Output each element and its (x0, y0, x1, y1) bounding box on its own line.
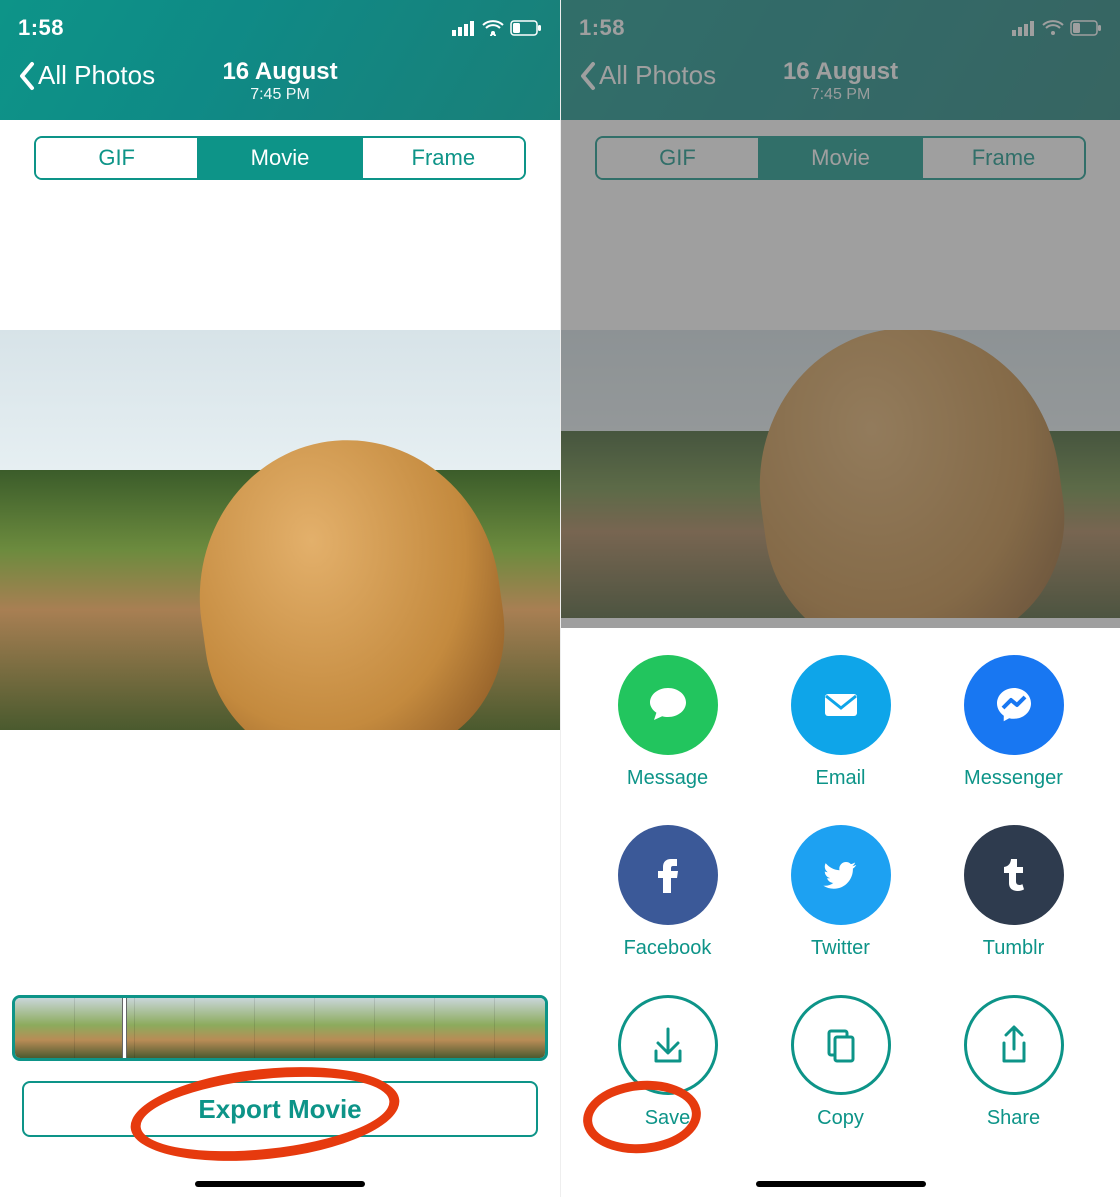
timeline-frame (495, 998, 548, 1058)
segment-movie[interactable]: Movie (197, 138, 360, 178)
share-message-label: Message (627, 767, 708, 790)
share-message-button[interactable]: Message (618, 655, 718, 790)
share-email-label: Email (815, 767, 865, 790)
status-time: 1:58 (579, 15, 625, 41)
timeline-frame (375, 998, 435, 1058)
segment-gif[interactable]: GIF (36, 138, 197, 178)
segment-gif[interactable]: GIF (597, 138, 758, 178)
photo-subject-dog (739, 330, 1081, 618)
timeline-frame (15, 998, 75, 1058)
export-movie-label: Export Movie (198, 1094, 361, 1125)
home-indicator[interactable] (195, 1181, 365, 1187)
status-time: 1:58 (18, 15, 64, 41)
share-copy-label: Copy (817, 1107, 864, 1130)
timeline-playhead[interactable] (123, 995, 126, 1061)
status-bar: 1:58 (18, 14, 542, 42)
screen-export: 1:58 16 August 7:45 PM All Photos GIF Mo… (0, 0, 560, 1197)
battery-icon (1070, 20, 1102, 36)
tumblr-icon (964, 825, 1064, 925)
chevron-left-icon (18, 61, 36, 91)
video-timeline[interactable] (12, 995, 548, 1061)
segmented-control: GIF Movie Frame (595, 136, 1086, 180)
status-icons (452, 20, 542, 36)
share-share-button[interactable]: Share (964, 995, 1064, 1130)
twitter-icon (791, 825, 891, 925)
timeline-frame (135, 998, 195, 1058)
share-sheet: Message Email Messenger Facebook Twitter (561, 629, 1120, 1197)
segment-frame[interactable]: Frame (361, 138, 524, 178)
segmented-control: GIF Movie Frame (34, 136, 526, 180)
share-icon (964, 995, 1064, 1095)
copy-icon (791, 995, 891, 1095)
wifi-icon (1042, 20, 1064, 36)
share-tumblr-label: Tumblr (983, 937, 1044, 960)
chevron-left-icon (579, 61, 597, 91)
app-header: 1:58 16 August 7:45 PM All Photos (0, 0, 560, 120)
email-icon (791, 655, 891, 755)
timeline-frame (75, 998, 135, 1058)
message-icon (618, 655, 718, 755)
wifi-icon (482, 20, 504, 36)
share-facebook-button[interactable]: Facebook (618, 825, 718, 960)
share-save-label: Save (645, 1107, 691, 1130)
timeline-frame (195, 998, 255, 1058)
status-bar: 1:58 (579, 14, 1102, 42)
app-header: 1:58 16 August 7:45 PM All Photos (561, 0, 1120, 120)
timeline-frame (435, 998, 495, 1058)
timeline-frame (315, 998, 375, 1058)
cellular-icon (452, 20, 476, 36)
cellular-icon (1012, 20, 1036, 36)
share-copy-button[interactable]: Copy (791, 995, 891, 1130)
share-share-label: Share (987, 1107, 1040, 1130)
status-icons (1012, 20, 1102, 36)
back-button[interactable]: All Photos (579, 60, 716, 91)
share-twitter-button[interactable]: Twitter (791, 825, 891, 960)
segmented-control-wrap: GIF Movie Frame (561, 120, 1120, 180)
segment-movie[interactable]: Movie (758, 138, 921, 178)
photo-preview[interactable] (0, 330, 560, 730)
segment-frame[interactable]: Frame (921, 138, 1084, 178)
segmented-control-wrap: GIF Movie Frame (0, 120, 560, 180)
export-movie-button[interactable]: Export Movie (22, 1081, 538, 1137)
back-button[interactable]: All Photos (18, 60, 155, 91)
facebook-icon (618, 825, 718, 925)
back-label: All Photos (38, 60, 155, 91)
timeline-frame (255, 998, 315, 1058)
share-save-button[interactable]: Save (618, 995, 718, 1130)
share-email-button[interactable]: Email (791, 655, 891, 790)
share-messenger-label: Messenger (964, 767, 1063, 790)
battery-icon (510, 20, 542, 36)
home-indicator[interactable] (756, 1181, 926, 1187)
download-icon (618, 995, 718, 1095)
photo-subject-dog (179, 421, 521, 730)
screen-share-sheet: 1:58 16 August 7:45 PM All Photos GIF Mo… (560, 0, 1120, 1197)
share-tumblr-button[interactable]: Tumblr (964, 825, 1064, 960)
share-messenger-button[interactable]: Messenger (964, 655, 1064, 790)
back-label: All Photos (599, 60, 716, 91)
share-twitter-label: Twitter (811, 937, 870, 960)
share-facebook-label: Facebook (624, 937, 712, 960)
photo-preview[interactable] (561, 330, 1120, 618)
messenger-icon (964, 655, 1064, 755)
